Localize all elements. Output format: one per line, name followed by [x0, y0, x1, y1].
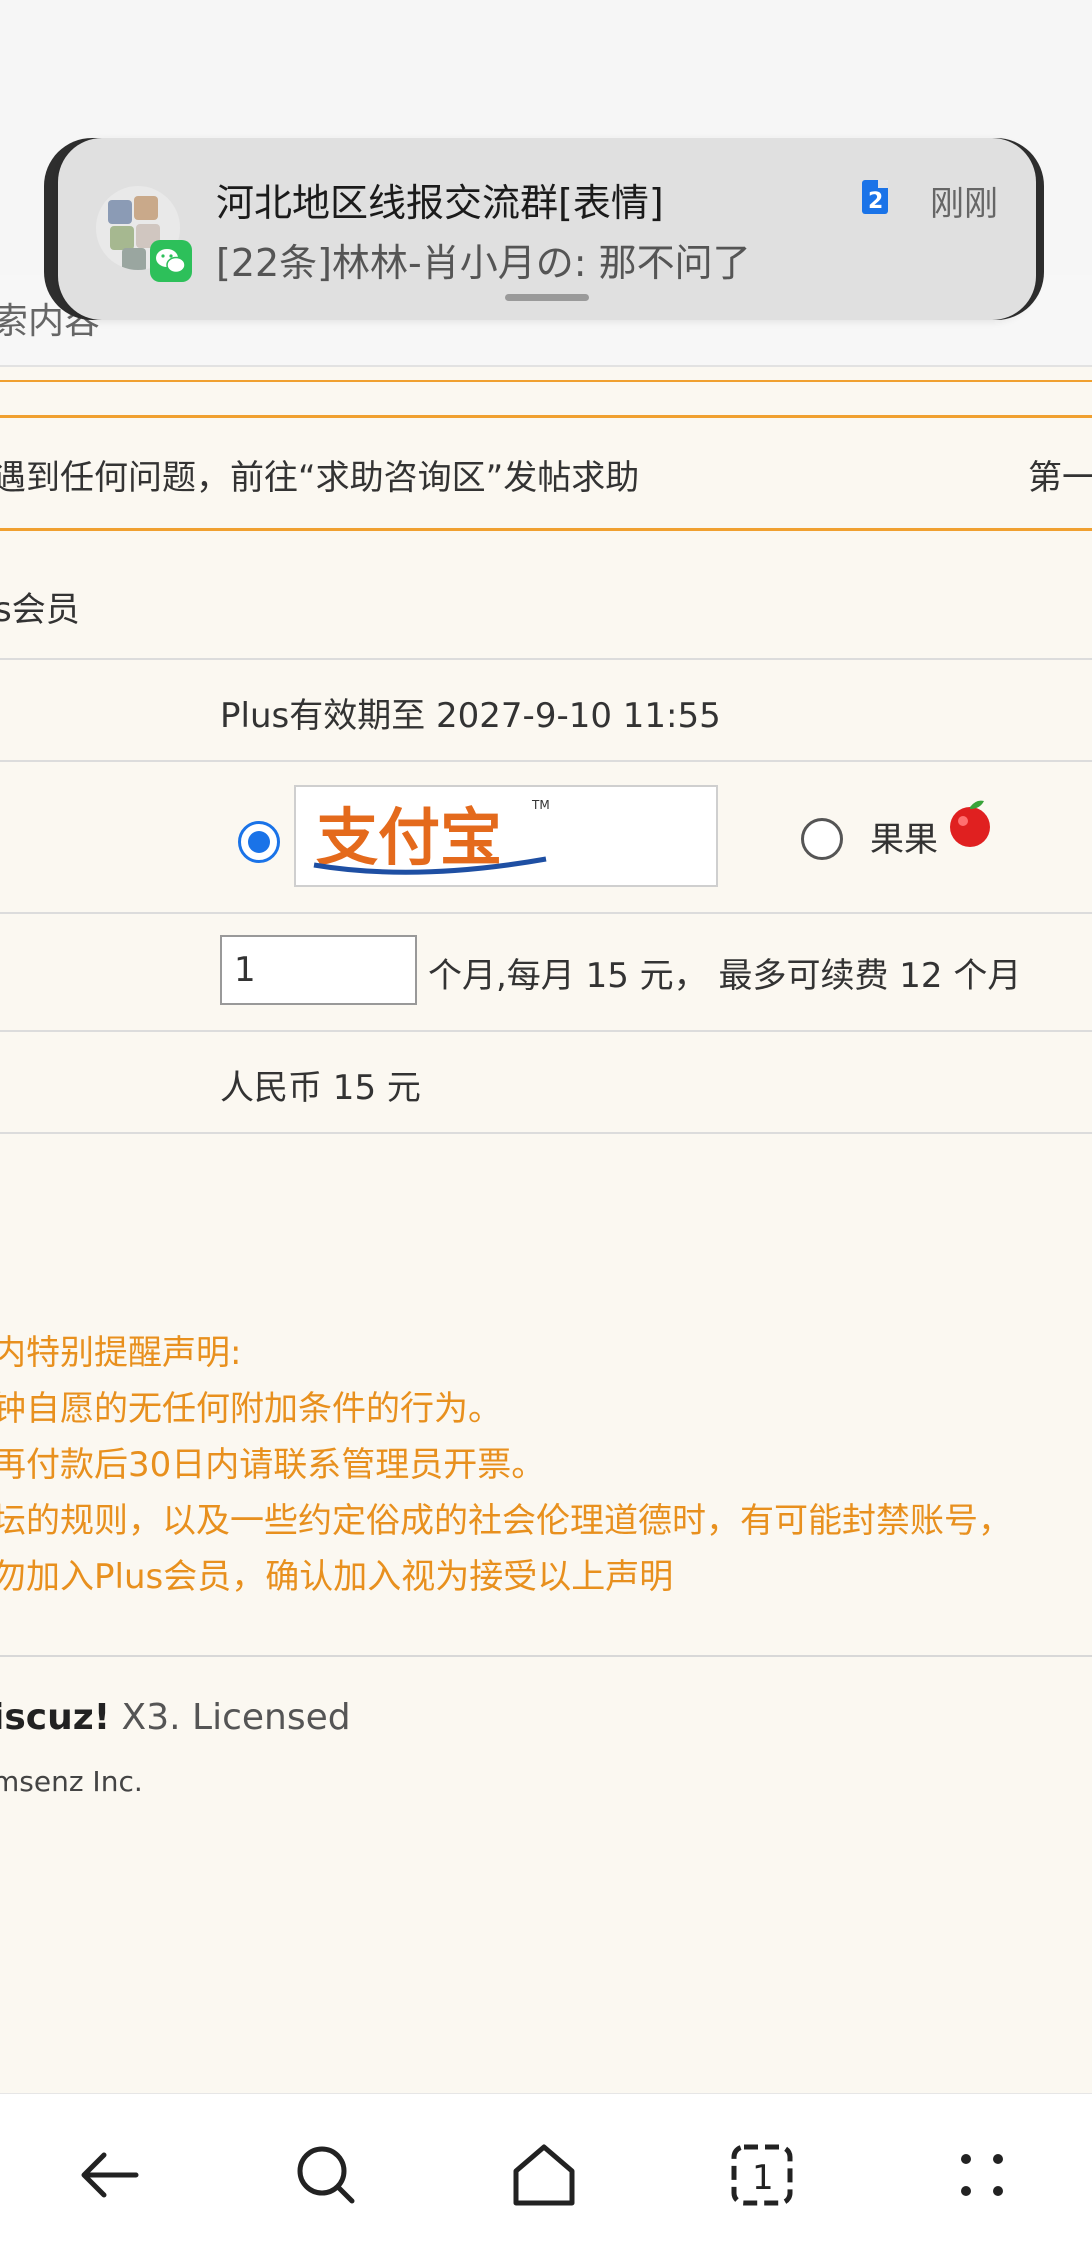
- dual-sim-2-icon: 2: [862, 180, 888, 214]
- alipay-logo-icon: 支付宝 TM: [313, 798, 550, 875]
- section-header-row: [0, 560, 1092, 660]
- home-icon[interactable]: [504, 2135, 584, 2215]
- search-icon[interactable]: [286, 2135, 366, 2215]
- months-input[interactable]: [220, 935, 417, 1005]
- divider: [0, 380, 1092, 382]
- footer-divider: [0, 1655, 1092, 1657]
- guoguo-radio[interactable]: [801, 818, 843, 860]
- notification-banner[interactable]: [58, 138, 1036, 320]
- tabs-count: 1: [752, 2158, 774, 2198]
- alipay-logo-text: 支付宝: [316, 801, 502, 874]
- notice-text-right[interactable]: 第一: [1028, 450, 1092, 499]
- notification-time: 刚刚: [930, 184, 998, 224]
- warning-line: 内特别提醒声明:: [0, 1333, 242, 1373]
- wechat-icon: [150, 240, 192, 282]
- footer-brand[interactable]: iscuz!: [0, 1697, 110, 1738]
- section-title: s会员: [0, 590, 80, 630]
- notification-drag-handle[interactable]: [505, 294, 589, 301]
- tabs-icon[interactable]: 1: [722, 2135, 802, 2215]
- back-arrow-icon[interactable]: [70, 2135, 150, 2215]
- alipay-radio[interactable]: [238, 821, 280, 863]
- notification-message: [22条]林林-肖小月の: 那不问了: [216, 241, 751, 285]
- validity-text: Plus有效期至 2027-9-10 11:55: [220, 696, 721, 736]
- guoguo-label[interactable]: 果果: [870, 812, 938, 861]
- total-row: [0, 1032, 1092, 1134]
- menu-dots-icon[interactable]: [942, 2135, 1022, 2215]
- notice-text[interactable]: 遇到任何问题，前往“求助咨询区”发帖求助: [0, 450, 639, 499]
- footer-powered: iscuz! X3. Licensed: [0, 1697, 351, 1738]
- footer-company[interactable]: msenz Inc.: [0, 1765, 143, 1798]
- svg-text:2: 2: [868, 189, 883, 214]
- footer-license: X3. Licensed: [110, 1697, 351, 1738]
- alipay-logo-tm: TM: [531, 798, 550, 812]
- apple-icon: [950, 800, 990, 847]
- months-hint: 个月,每月 15 元， 最多可续费 12 个月: [428, 956, 1022, 996]
- warning-line: 钟自愿的无任何附加条件的行为。: [0, 1389, 502, 1429]
- alipay-logo[interactable]: 支付宝 TM: [294, 785, 718, 887]
- warning-line: 勿加入Plus会员，确认加入视为接受以上声明: [0, 1557, 674, 1597]
- notification-title: 河北地区线报交流群[表情]: [216, 181, 664, 225]
- warning-line: 再付款后30日内请联系管理员开票。: [0, 1445, 546, 1485]
- warning-line: 坛的规则，以及一些约定俗成的社会伦理道德时，有可能封禁账号，: [0, 1501, 1012, 1541]
- total-amount: 人民币 15 元: [220, 1068, 421, 1108]
